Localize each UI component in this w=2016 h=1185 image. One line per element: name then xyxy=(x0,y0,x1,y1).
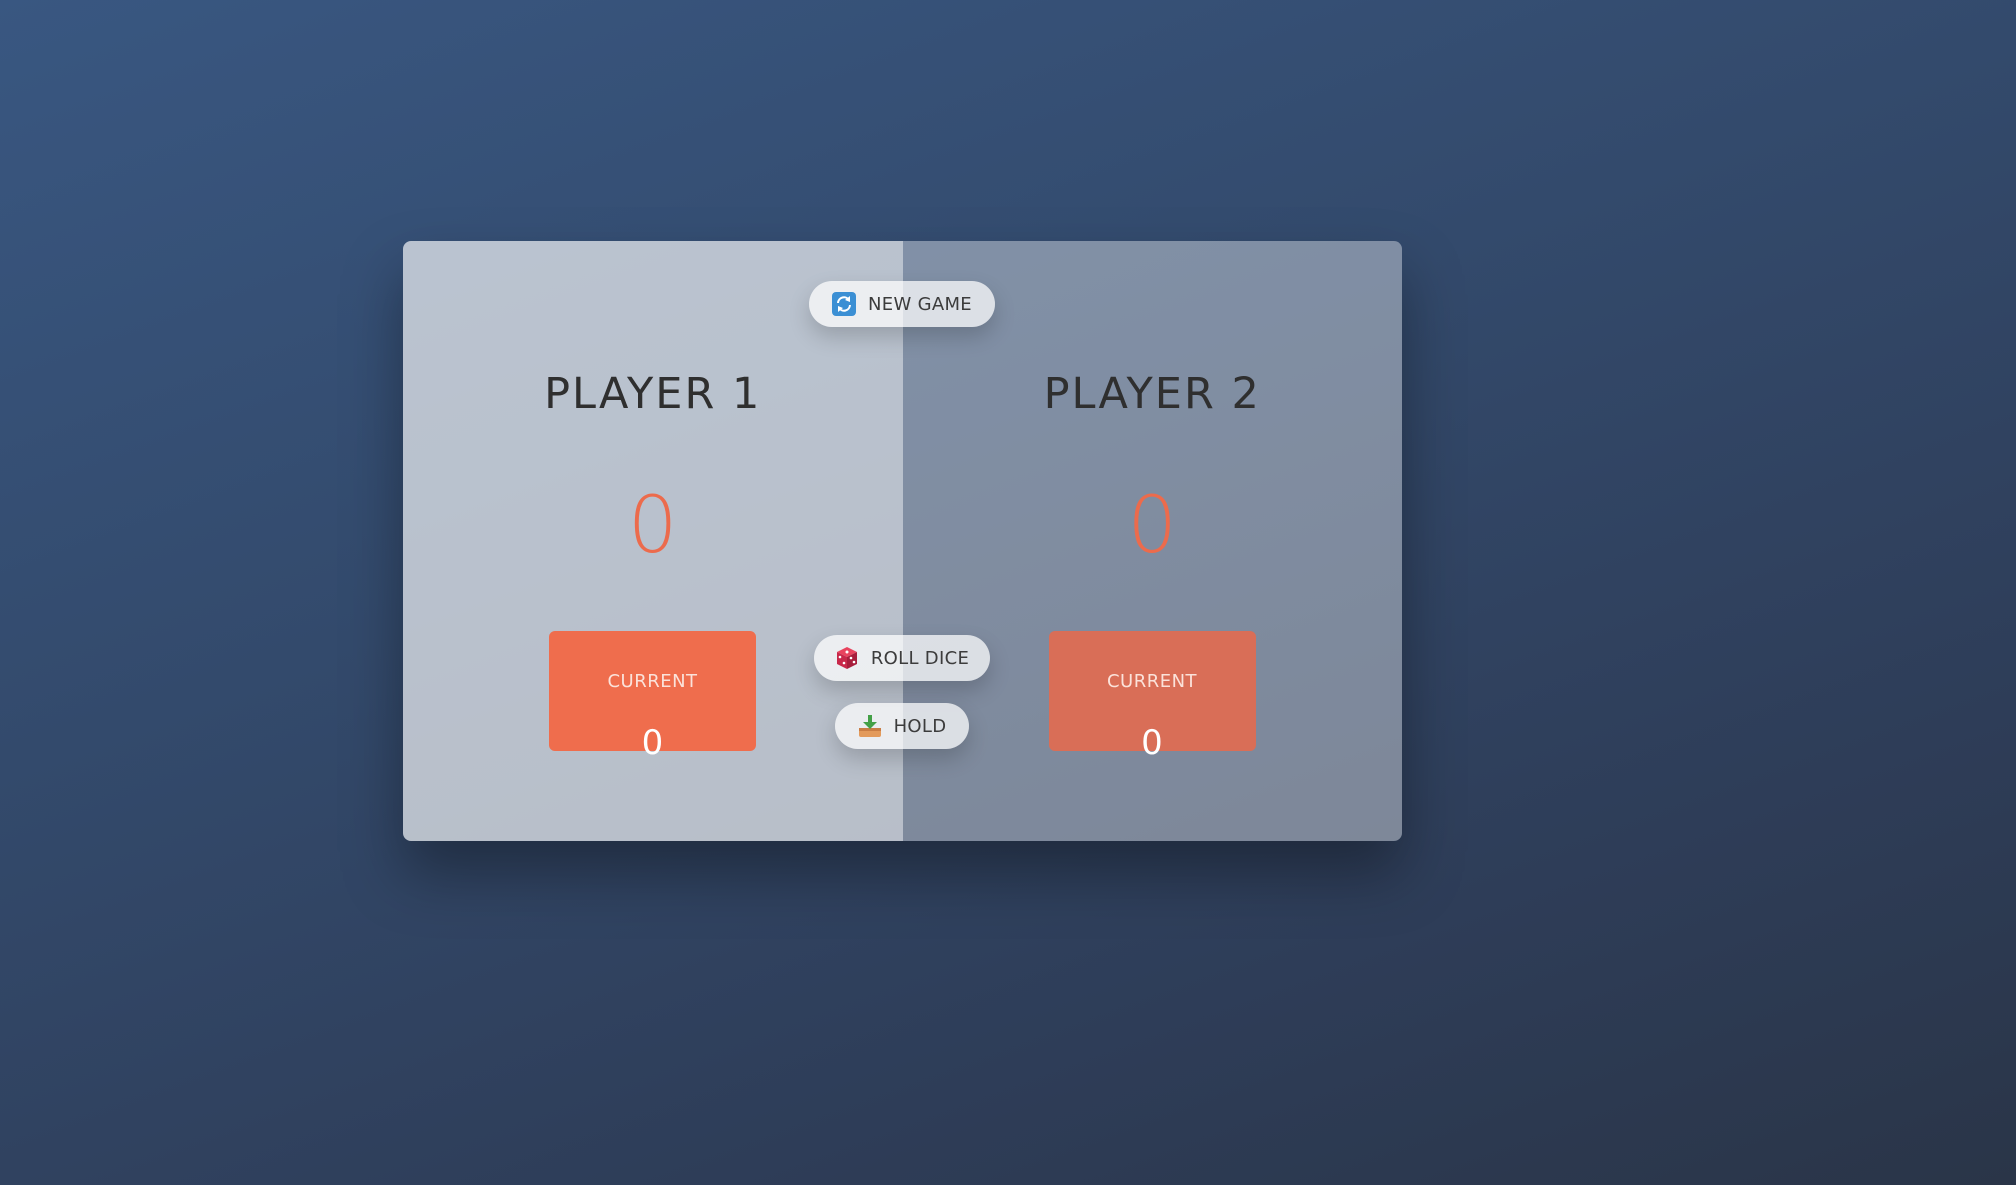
dice-icon xyxy=(835,646,859,670)
download-tray-icon xyxy=(858,714,882,738)
new-game-button[interactable]: NEW GAME xyxy=(809,281,995,327)
hold-label: HOLD xyxy=(893,715,947,737)
player-2-name: PLAYER 2 xyxy=(1043,368,1261,419)
refresh-icon xyxy=(832,292,857,316)
player-2-current-box: CURRENT 0 xyxy=(1048,631,1256,763)
player-2-score: 0 xyxy=(1127,481,1178,571)
player-2-current-label: CURRENT xyxy=(1106,671,1198,692)
player-1-current-score: 0 xyxy=(641,723,664,763)
player-1-current-label: CURRENT xyxy=(607,671,698,692)
roll-dice-label: ROLL DICE xyxy=(870,647,970,669)
player-1-current-box: CURRENT 0 xyxy=(549,631,756,763)
new-game-label: NEW GAME xyxy=(868,293,972,315)
player-1-name: PLAYER 1 xyxy=(544,368,762,419)
player-1-panel: PLAYER 1 0 CURRENT 0 xyxy=(403,241,903,841)
player-2-panel: PLAYER 2 0 CURRENT 0 xyxy=(902,241,1402,841)
hold-button[interactable]: HOLD xyxy=(835,703,969,749)
game-board: PLAYER 1 0 CURRENT 0 PLAYER 2 0 CURRENT … xyxy=(403,241,1402,841)
player-1-score: 0 xyxy=(627,481,678,571)
player-2-current-score: 0 xyxy=(1141,723,1163,763)
roll-dice-button[interactable]: ROLL DICE xyxy=(814,635,990,681)
